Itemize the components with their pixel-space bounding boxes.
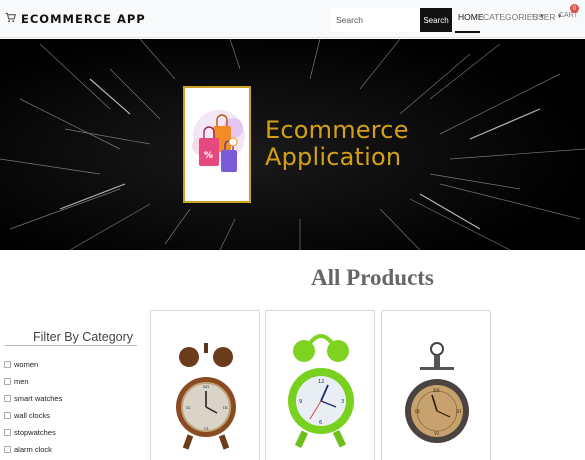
category-filter-item[interactable]: women bbox=[4, 356, 62, 373]
category-checkbox[interactable] bbox=[4, 378, 11, 385]
nav-home[interactable]: HOME bbox=[458, 12, 484, 22]
banner-title: Ecommerce Application bbox=[265, 117, 409, 171]
category-checkbox[interactable] bbox=[4, 361, 11, 368]
antique-pocket-clock-image: XII III VI IX bbox=[405, 342, 469, 443]
category-filter-item[interactable]: stopwatches bbox=[4, 424, 62, 441]
svg-text:9: 9 bbox=[299, 399, 302, 405]
category-filter-list: women men smart watches wall clocks stop… bbox=[4, 356, 62, 458]
category-label: stopwatches bbox=[14, 428, 56, 437]
svg-text:IX: IX bbox=[415, 409, 421, 415]
product-card[interactable]: XII III VI IX bbox=[150, 310, 260, 460]
brand-label: ECOMMERCE APP bbox=[21, 12, 146, 26]
nav-home-label: HOME bbox=[458, 12, 484, 22]
nav-cart[interactable]: CART bbox=[559, 12, 578, 19]
page-title: All Products bbox=[311, 265, 434, 290]
brand[interactable]: ECOMMERCE APP bbox=[5, 11, 146, 27]
category-label: smart watches bbox=[14, 394, 63, 403]
banner-title-line1: Ecommerce bbox=[265, 116, 409, 144]
svg-text:VI: VI bbox=[433, 431, 439, 437]
category-filter-item[interactable]: alarm clock bbox=[4, 441, 62, 458]
nav-cart-label: CART bbox=[559, 12, 578, 19]
svg-text:III: III bbox=[456, 409, 462, 415]
svg-text:XII: XII bbox=[203, 384, 209, 389]
category-label: women bbox=[14, 360, 39, 369]
category-checkbox[interactable] bbox=[4, 446, 11, 453]
category-label: alarm clock bbox=[14, 445, 52, 454]
product-card[interactable]: XII III VI IX bbox=[381, 310, 491, 460]
nav-user-dropdown[interactable]: USER ▼ bbox=[532, 12, 563, 22]
filter-divider bbox=[5, 345, 137, 346]
svg-text:III: III bbox=[223, 405, 228, 410]
shopping-bags-logo: % bbox=[183, 86, 251, 203]
hero-banner: % Ecommerce Application bbox=[0, 39, 585, 250]
green-alarm-clock-image: 12 3 6 9 bbox=[288, 334, 354, 448]
nav-user-label: USER bbox=[532, 12, 556, 22]
filter-heading: Filter By Category bbox=[33, 330, 134, 344]
category-label: wall clocks bbox=[14, 411, 50, 420]
cart-count-badge: 0 bbox=[570, 4, 579, 13]
svg-text:XII: XII bbox=[433, 388, 440, 394]
navbar: ECOMMERCE APP Search HOME CATEGORIES▼ US… bbox=[0, 0, 585, 38]
category-filter-item[interactable]: men bbox=[4, 373, 62, 390]
svg-text:12: 12 bbox=[318, 379, 324, 385]
category-checkbox[interactable] bbox=[4, 395, 11, 402]
product-card[interactable]: 12 3 6 9 bbox=[265, 310, 375, 460]
brown-alarm-clock-image: XII III VI IX bbox=[176, 343, 236, 450]
nav-categories-label: CATEGORIES bbox=[483, 12, 539, 22]
svg-text:%: % bbox=[204, 151, 213, 161]
svg-text:3: 3 bbox=[341, 399, 344, 405]
nav-home-active-indicator bbox=[455, 31, 480, 33]
category-filter-item[interactable]: smart watches bbox=[4, 390, 62, 407]
svg-text:6: 6 bbox=[319, 420, 322, 426]
svg-text:IX: IX bbox=[186, 405, 191, 410]
category-filter-item[interactable]: wall clocks bbox=[4, 407, 62, 424]
cart-icon bbox=[5, 12, 16, 26]
category-label: men bbox=[14, 377, 29, 386]
category-checkbox[interactable] bbox=[4, 412, 11, 419]
banner-title-line2: Application bbox=[265, 143, 402, 171]
search-input[interactable] bbox=[331, 8, 420, 32]
category-checkbox[interactable] bbox=[4, 429, 11, 436]
svg-text:VI: VI bbox=[203, 426, 209, 431]
search-button[interactable]: Search bbox=[420, 8, 452, 32]
